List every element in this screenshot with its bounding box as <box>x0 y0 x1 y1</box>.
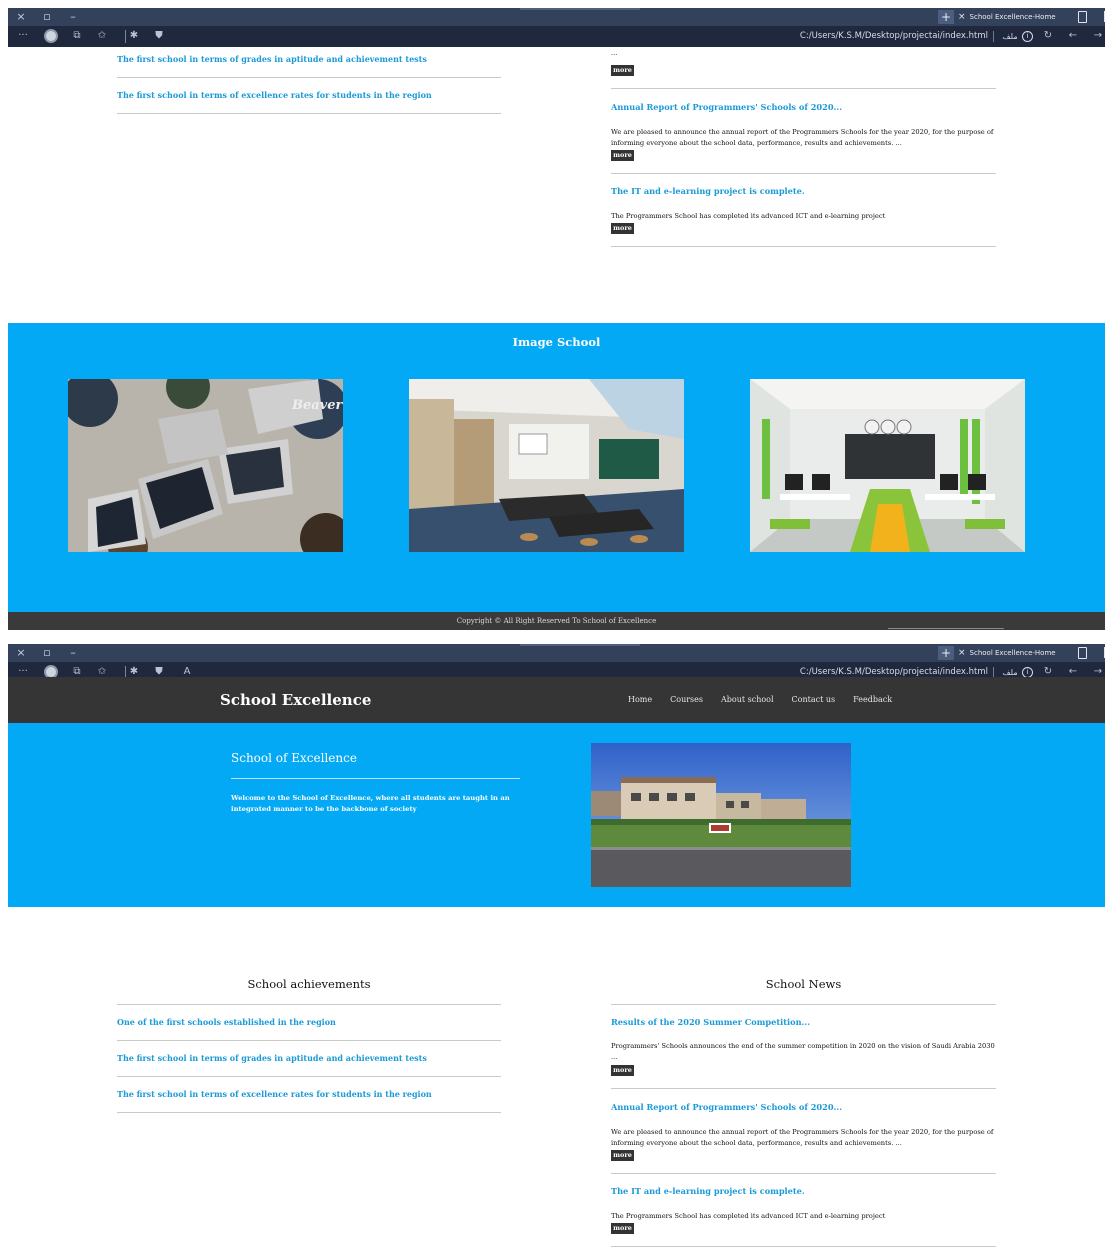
news-text: The Programmers School has completed its… <box>611 212 886 220</box>
close-window-icon[interactable]: × <box>14 9 28 25</box>
gallery-photo-classroom <box>409 379 684 552</box>
hero-section: School of Excellence Welcome to the Scho… <box>8 723 1105 907</box>
address-divider <box>993 31 994 42</box>
screenshot-scrolled: The first school in terms of grades in a… <box>0 0 1105 630</box>
collections-icon[interactable]: ⧉ <box>69 28 85 44</box>
browser-tab[interactable]: × School Excellence-Home <box>958 9 1068 25</box>
gallery-heading: Image School <box>512 335 601 349</box>
hero-title: School of Excellence <box>231 751 357 765</box>
restore-window-icon[interactable]: ▫ <box>40 9 54 25</box>
close-window-icon[interactable]: × <box>14 645 28 661</box>
school-building-photo <box>591 743 851 887</box>
news-text: The Programmers School has completed its… <box>611 1212 886 1220</box>
screenshot-top-of-page: × ▫ – + × School Excellence-Home ··· ⧉ ✩ … <box>0 636 1105 1252</box>
divider <box>611 1088 996 1089</box>
new-tab-button[interactable]: + <box>938 10 954 24</box>
more-button[interactable]: more <box>611 223 634 234</box>
gallery-photo-computer-lab <box>750 379 1025 552</box>
address-bar-url[interactable]: C:/Users/K.S.M/Desktop/projectai/index.h… <box>768 28 988 45</box>
divider <box>117 77 501 78</box>
site-info-icon[interactable]: i <box>1022 31 1033 42</box>
hero-text: Welcome to the School of Excellence, whe… <box>231 794 510 813</box>
nav-feedback[interactable]: Feedback <box>853 677 892 723</box>
site-header: School Excellence Home Courses About sch… <box>8 677 1105 723</box>
hero-divider <box>231 778 520 779</box>
document-icon[interactable] <box>1078 647 1087 659</box>
divider <box>611 1173 996 1174</box>
divider <box>117 1112 501 1113</box>
new-tab-button[interactable]: + <box>938 646 954 660</box>
site-title[interactable]: School Excellence <box>220 677 371 723</box>
tab-strip-accent <box>520 8 640 10</box>
achievement-link[interactable]: One of the first schools established in … <box>117 1017 336 1027</box>
browser-titlebar: × ▫ – + × School Excellence-Home <box>8 644 1105 662</box>
more-button[interactable]: more <box>611 1223 634 1234</box>
news-title-link[interactable]: The IT and e-learning project is complet… <box>611 1186 805 1196</box>
divider <box>611 246 996 247</box>
more-button[interactable]: more <box>611 150 634 161</box>
back-arrow-icon[interactable]: ← <box>1065 28 1081 44</box>
image-gallery: Image School Beaver <box>8 323 1105 612</box>
gallery-photo-laptops: Beaver <box>68 379 343 552</box>
shield-icon[interactable]: ⛊ <box>151 28 167 44</box>
browser-tab[interactable]: × School Excellence-Home <box>958 645 1068 661</box>
news-title-link[interactable]: Results of the 2020 Summer Competition..… <box>611 1017 810 1027</box>
tab-title: School Excellence-Home <box>969 649 1056 657</box>
more-button[interactable]: more <box>611 1150 634 1161</box>
more-button[interactable]: more <box>611 1065 634 1076</box>
copyright-text: Copyright © All Right Reserved To School… <box>456 617 657 625</box>
news-title-link[interactable]: The IT and e-learning project is complet… <box>611 186 805 196</box>
news-title-link[interactable]: Annual Report of Programmers' Schools of… <box>611 102 842 112</box>
news-text: Programmers' Schools announces the end o… <box>611 1042 995 1061</box>
file-label: ملف <box>1002 32 1018 41</box>
nav-contact-us[interactable]: Contact us <box>792 677 836 723</box>
divider <box>611 173 996 174</box>
nav-home[interactable]: Home <box>628 677 652 723</box>
divider <box>611 1004 996 1005</box>
achievements-section: School achievements One of the first sch… <box>117 977 501 1117</box>
nav-courses[interactable]: Courses <box>670 677 703 723</box>
extensions-icon[interactable]: ✱ <box>126 28 142 44</box>
tab-close-icon[interactable]: × <box>958 9 966 25</box>
refresh-icon[interactable]: ↻ <box>1040 28 1056 44</box>
achievement-link[interactable]: The first school in terms of excellence … <box>117 1089 432 1099</box>
achievement-link[interactable]: The first school in terms of grades in a… <box>117 1053 427 1063</box>
footer-underline <box>888 628 1004 629</box>
nav-about-school[interactable]: About school <box>721 677 774 723</box>
restore-window-icon[interactable]: ▫ <box>40 645 54 661</box>
tab-strip-accent <box>520 644 640 646</box>
tab-title: School Excellence-Home <box>969 13 1056 21</box>
achievements-heading: School achievements <box>247 977 371 991</box>
minimize-window-icon[interactable]: – <box>66 9 80 25</box>
news-text: We are pleased to announce the annual re… <box>611 1128 994 1147</box>
news-title-link[interactable]: Annual Report of Programmers' Schools of… <box>611 1102 842 1112</box>
browser-toolbar: ··· ⧉ ✩ ✱ ⛊ C:/Users/K.S.M/Desktop/proje… <box>8 26 1105 47</box>
divider <box>611 1246 996 1247</box>
minimize-window-icon[interactable]: – <box>66 645 80 661</box>
more-button[interactable]: more <box>611 65 634 76</box>
divider <box>117 1040 501 1041</box>
profile-avatar[interactable] <box>44 29 58 43</box>
news-text: We are pleased to announce the annual re… <box>611 128 994 147</box>
divider <box>117 113 501 114</box>
divider <box>611 88 996 89</box>
main-nav: Home Courses About school Contact us Fee… <box>628 677 892 723</box>
news-section: School News Results of the 2020 Summer C… <box>611 977 996 1251</box>
svg-text:Beaver: Beaver <box>291 398 343 413</box>
divider <box>117 1076 501 1077</box>
tab-close-icon[interactable]: × <box>958 645 966 661</box>
browser-titlebar: × ▫ – + × School Excellence-Home <box>8 8 1105 26</box>
achievement-link[interactable]: The first school in terms of excellence … <box>117 90 432 100</box>
divider <box>117 1004 501 1005</box>
favorites-star-icon[interactable]: ✩ <box>94 28 110 44</box>
more-dots-icon[interactable]: ··· <box>15 28 31 44</box>
document-icon[interactable] <box>1078 11 1087 23</box>
news-heading: School News <box>765 977 842 991</box>
achievement-link[interactable]: The first school in terms of grades in a… <box>117 54 427 64</box>
forward-arrow-icon[interactable]: → <box>1090 28 1105 44</box>
